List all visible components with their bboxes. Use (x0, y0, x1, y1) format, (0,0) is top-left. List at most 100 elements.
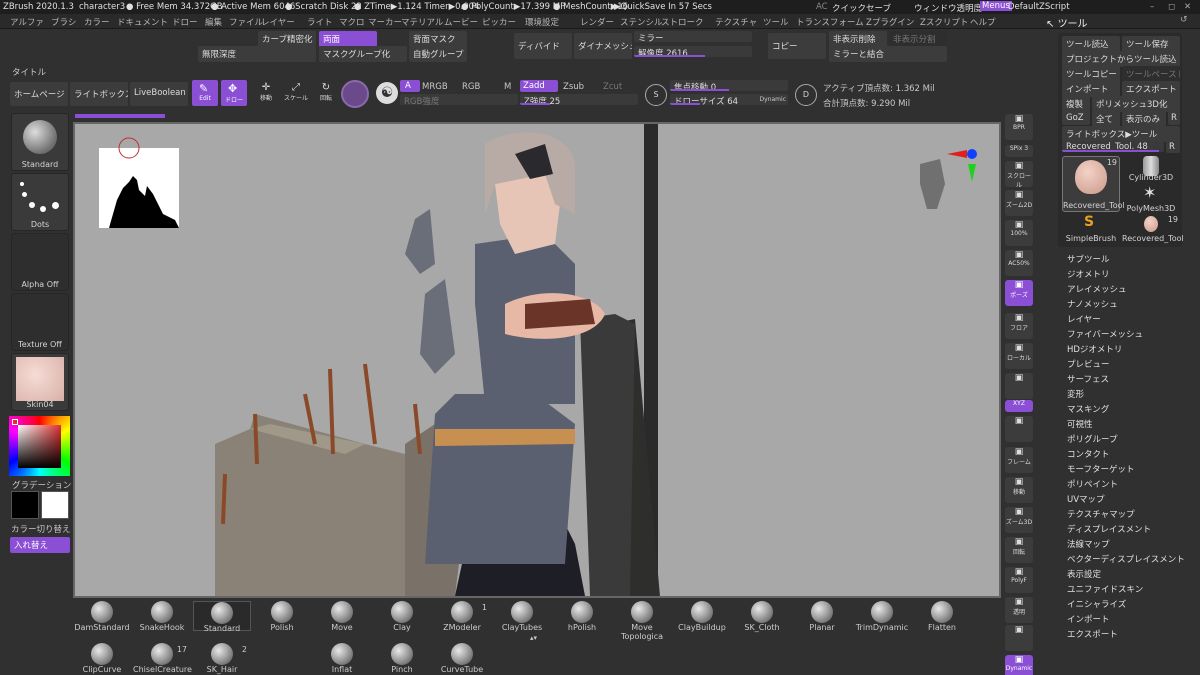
tool-load-button[interactable]: ツール読込 (1062, 36, 1120, 52)
view-control-0[interactable]: ▣ BPR (1005, 114, 1033, 140)
menu-item[interactable]: ムービー (444, 16, 478, 28)
menu-item[interactable]: ブラシ (51, 16, 76, 28)
import-button[interactable]: インポート (1062, 81, 1120, 97)
zcut-toggle[interactable]: Zcut (603, 82, 622, 92)
m-toggle[interactable]: M (504, 82, 511, 92)
brush-clay[interactable]: Clay (373, 601, 431, 632)
menu-item[interactable]: ステンシル (620, 16, 663, 28)
export-button[interactable]: エクスポート (1122, 81, 1180, 97)
view-control-10[interactable]: XYZ (1005, 400, 1033, 412)
menu-item[interactable]: レンダー (580, 16, 614, 28)
tool-submenu-item[interactable]: ユニファイドスキン (1067, 583, 1143, 595)
view-control-18[interactable]: ▣ (1005, 625, 1033, 651)
auto-group-button[interactable]: 自動グループ (409, 46, 467, 62)
gizmo-y-axis-icon[interactable] (967, 149, 977, 159)
menu-item[interactable]: マーカー (368, 16, 402, 28)
view-control-14[interactable]: ▣ ズーム3D (1005, 507, 1033, 533)
rgb-toggle[interactable]: RGB (462, 82, 480, 92)
brush-planar[interactable]: Planar (793, 601, 851, 632)
make-polymesh-button[interactable]: ポリメッシュ3D化 (1092, 96, 1180, 112)
brush-curvetube[interactable]: CurveTube (433, 643, 491, 674)
tool-thumb-polymesh[interactable]: ✶ PolyMesh3D (1122, 183, 1180, 213)
tool-submenu-item[interactable]: サーフェス (1067, 373, 1109, 385)
tool-palette-reset-icon[interactable]: ↺ (1180, 15, 1188, 25)
view-control-11[interactable]: ▣ (1005, 416, 1033, 442)
load-from-project-button[interactable]: プロジェクトからツール読込 (1062, 51, 1180, 67)
mask-group-button[interactable]: マスクグループ化 (319, 46, 407, 62)
current-tool-slider[interactable]: Recovered_Tool. 48 (1062, 141, 1164, 152)
dynamic-d-icon[interactable]: D (795, 84, 817, 106)
goz-button[interactable]: GoZ (1062, 111, 1090, 125)
stroke-slot[interactable]: Dots (11, 173, 69, 231)
tool-submenu-item[interactable]: イニシャライズ (1067, 598, 1126, 610)
zadd-toggle[interactable]: Zadd (520, 80, 558, 92)
tool-submenu-item[interactable]: 可視性 (1067, 418, 1093, 430)
draw-mode-button[interactable]: ✥ ドロー (221, 80, 247, 106)
goz-all-button[interactable]: 全て (1092, 111, 1120, 127)
brush-move-topologica[interactable]: Move Topologica (613, 601, 671, 641)
tool-submenu-item[interactable]: サブツール (1067, 253, 1110, 265)
brush-snakehook[interactable]: SnakeHook (133, 601, 191, 632)
menus-toggle[interactable]: Menus (980, 1, 1012, 11)
tool-paste-button[interactable]: ツールペースト (1122, 66, 1180, 82)
menu-item[interactable]: ライト (307, 16, 333, 28)
brush-claybuildup[interactable]: ClayBuildup (673, 601, 731, 632)
view-control-6[interactable]: ▣ ポーズ (1005, 280, 1033, 306)
menu-item[interactable]: ストローク (661, 16, 704, 28)
brush-sk-cloth[interactable]: SK_Cloth (733, 601, 791, 632)
focal-shift-slider[interactable]: 焦点移動 0 (670, 80, 788, 91)
window-transparency[interactable]: ウィンドウ透明度 (914, 2, 982, 14)
brush-sk-hair[interactable]: SK_Hair 2 (193, 643, 251, 674)
brush-standard[interactable]: Standard (193, 601, 251, 633)
tool-r-button[interactable]: R (1166, 141, 1180, 153)
view-control-13[interactable]: ▣ 移動 (1005, 477, 1033, 503)
secondary-color-swatch[interactable] (41, 491, 69, 519)
tool-submenu-item[interactable]: 法線マップ (1067, 538, 1110, 550)
draw-size-slider[interactable]: ドローサイズ 64 Dynamic (670, 94, 788, 105)
menu-item[interactable]: トランスフォーム (796, 16, 864, 28)
menu-item[interactable]: Zスクリプト (920, 16, 968, 28)
rotate-mode-button[interactable]: ↻ 回転 (314, 82, 338, 106)
scale-mode-button[interactable]: ⤢ スケール (283, 82, 309, 106)
color-square[interactable] (18, 425, 61, 468)
view-control-17[interactable]: ▣ 透明 (1005, 597, 1033, 623)
tool-submenu-item[interactable]: ナノメッシュ (1067, 298, 1118, 310)
brush-flatten[interactable]: Flatten (913, 601, 971, 632)
tool-submenu-item[interactable]: レイヤー (1067, 313, 1101, 325)
menu-item[interactable]: ヘルプ (970, 16, 996, 28)
menu-item[interactable]: ドキュメント (117, 16, 168, 28)
divide-button[interactable]: ディバイド (514, 33, 572, 59)
brush-claytubes[interactable]: ClayTubes (493, 601, 551, 632)
rgb-intensity-slider[interactable]: RGB強度 (400, 94, 518, 105)
tool-submenu-item[interactable]: 表示設定 (1067, 568, 1101, 580)
tool-thumb-recovered[interactable]: 19 Recovered_Tool (1062, 156, 1125, 212)
brush-inflat[interactable]: Inflat (313, 643, 371, 674)
menu-item[interactable]: Zプラグイン (866, 16, 914, 28)
brush-clipcurve[interactable]: ClipCurve (73, 643, 131, 674)
orientation-head-icon[interactable] (920, 159, 945, 209)
menu-item[interactable]: アルファ (10, 16, 44, 28)
gizmo-x-axis-icon[interactable] (947, 150, 967, 158)
home-page-button[interactable]: ホームページ (10, 82, 68, 106)
menu-item[interactable]: ドロー (172, 16, 198, 28)
tool-thumb-recovered-2[interactable]: 19 Recovered_Tool (1122, 214, 1184, 244)
zsub-toggle[interactable]: Zsub (563, 82, 584, 92)
tool-submenu-item[interactable]: コンタクト (1067, 448, 1110, 460)
tool-submenu-item[interactable]: ファイバーメッシュ (1067, 328, 1143, 340)
tool-submenu-item[interactable]: エクスポート (1067, 628, 1118, 640)
tool-submenu-item[interactable]: アレイメッシュ (1067, 283, 1127, 295)
view-control-3[interactable]: ▣ ズーム2D (1005, 190, 1033, 216)
brush-polish[interactable]: Polish (253, 601, 311, 632)
symmetry-icon[interactable]: ☯ (376, 82, 398, 104)
menu-item[interactable]: レイヤー (261, 16, 295, 28)
curve-refine-button[interactable]: カーブ精密化 (258, 31, 316, 47)
brush-slot[interactable]: Standard (11, 113, 69, 171)
lazymouse-icon[interactable]: S (645, 84, 667, 106)
tool-submenu-item[interactable]: マスキング (1067, 403, 1109, 415)
a-toggle[interactable]: A (400, 80, 420, 92)
tool-submenu-item[interactable]: インポート (1067, 613, 1110, 625)
view-control-15[interactable]: ▣ 回転 (1005, 537, 1033, 563)
menu-item[interactable]: マクロ (339, 16, 365, 28)
tool-submenu-item[interactable]: ポリグループ (1067, 433, 1118, 445)
color-picker[interactable] (9, 416, 70, 476)
